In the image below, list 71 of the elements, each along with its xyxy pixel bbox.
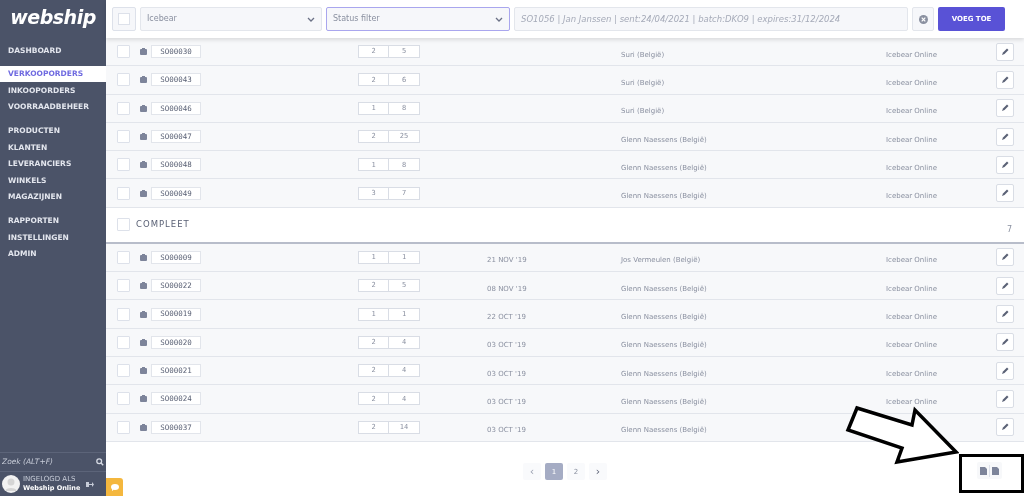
section-count: 7 [1006, 223, 1012, 236]
pencil-icon [1001, 47, 1009, 56]
edit-button[interactable] [996, 305, 1014, 323]
box-icon [140, 310, 147, 318]
pencil-icon [1001, 253, 1009, 262]
edit-button[interactable] [996, 361, 1014, 380]
edit-button[interactable] [996, 155, 1014, 174]
box-icon [140, 253, 147, 261]
edit-button[interactable] [996, 99, 1014, 118]
edit-button[interactable] [996, 184, 1014, 203]
logo: webship [9, 4, 97, 30]
pencil-icon [1001, 189, 1009, 198]
box-icon [140, 189, 147, 197]
edit-button[interactable] [996, 418, 1014, 437]
box-icon [140, 423, 147, 431]
chat-button[interactable] [106, 478, 123, 496]
edit-button[interactable] [996, 248, 1014, 267]
box-icon [140, 48, 147, 56]
edit-button[interactable] [996, 276, 1014, 295]
pencil-icon [1001, 281, 1009, 290]
edit-button[interactable] [996, 42, 1014, 61]
box-icon [140, 367, 147, 375]
box-icon [140, 161, 147, 169]
edit-button[interactable] [996, 389, 1014, 408]
avatar-icon [2, 475, 20, 493]
checkbox[interactable] [117, 335, 130, 349]
box-icon [140, 395, 147, 403]
checkbox[interactable] [117, 392, 130, 406]
box-icon [140, 133, 147, 141]
highlight-frame [959, 454, 1024, 493]
next-page-button[interactable]: › [589, 463, 607, 481]
pencil-icon [1001, 394, 1009, 403]
status-select[interactable]: Status filter [326, 7, 510, 31]
pencil-icon [1001, 423, 1009, 432]
checkbox[interactable] [117, 420, 130, 434]
checkbox[interactable] [117, 279, 130, 293]
box-icon [140, 282, 147, 290]
box-icon [140, 338, 147, 346]
pencil-icon [1001, 75, 1009, 84]
edit-button[interactable] [996, 127, 1014, 146]
pencil-icon [1001, 366, 1009, 375]
pencil-icon [1001, 310, 1009, 318]
checkbox[interactable] [117, 101, 130, 115]
box-icon [140, 76, 147, 84]
checkbox[interactable] [117, 130, 130, 144]
checkbox[interactable] [117, 250, 130, 264]
chevron-down-icon [307, 16, 315, 22]
pencil-icon [1001, 132, 1009, 141]
checkbox[interactable] [117, 73, 130, 87]
checkbox[interactable] [118, 13, 130, 25]
pencil-icon [1001, 338, 1009, 347]
search-field[interactable]: SO1056 | Jan Janssen | sent:24/04/2021 | batch:DKO9 | expires:31/12/2024 [514, 7, 908, 31]
edit-button[interactable] [996, 333, 1014, 352]
edit-button[interactable] [996, 70, 1014, 89]
box-icon [140, 104, 147, 112]
checkbox[interactable] [117, 45, 130, 59]
checkbox[interactable] [117, 218, 130, 232]
logout-icon[interactable] [86, 480, 94, 488]
checkbox[interactable] [117, 158, 130, 172]
checkbox[interactable] [117, 186, 130, 200]
close-icon [918, 14, 928, 24]
chevron-down-icon [495, 16, 503, 22]
search-icon[interactable] [96, 458, 104, 466]
pencil-icon [1001, 104, 1009, 113]
checkbox[interactable] [117, 364, 130, 378]
shop-select[interactable]: Icebear [140, 7, 322, 31]
speech-bubble-icon [110, 483, 119, 491]
checkbox[interactable] [117, 307, 130, 321]
clear-button[interactable] [912, 7, 934, 31]
section-title: COMPLEET [136, 218, 190, 232]
pencil-icon [1001, 160, 1009, 169]
